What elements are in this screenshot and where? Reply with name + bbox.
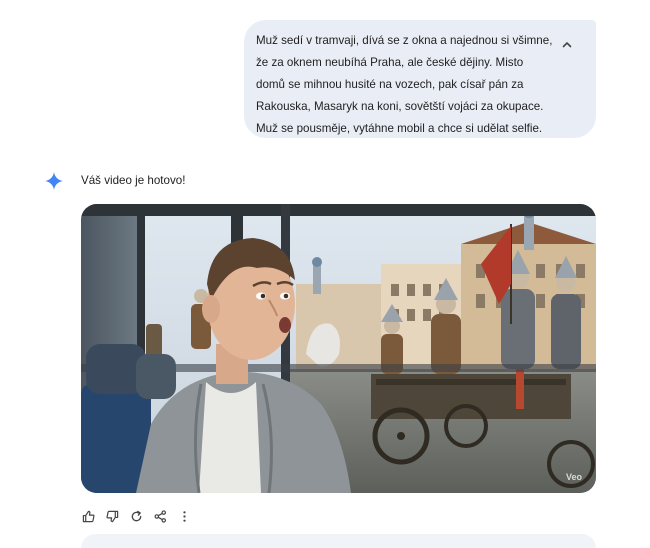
prompt-line: Muž se pousměje, vytáhne mobil a chce si…: [256, 122, 543, 135]
collapse-prompt-button[interactable]: [556, 34, 578, 56]
share-button[interactable]: [153, 509, 167, 523]
share-icon: [154, 509, 166, 523]
response-actions: [81, 508, 191, 524]
prompt-line: že za oknem neubíhá Praha, ale české děj…: [256, 56, 524, 69]
response-text: Váš video je hotovo!: [81, 174, 186, 187]
redo-button[interactable]: [129, 509, 143, 523]
thumb-down-button[interactable]: [105, 509, 119, 523]
video-frame: [81, 204, 596, 493]
prompt-line: domů se mihnou husité na vozech, pak cís…: [256, 78, 524, 91]
redo-icon: [131, 510, 141, 521]
thumb-up-button[interactable]: [81, 509, 95, 523]
user-prompt-bubble: Muž sedí v tramvaji, dívá se z okna a na…: [244, 20, 596, 138]
thumb-down-icon: [105, 510, 118, 522]
more-vert-icon: [182, 510, 186, 522]
thumb-up-icon: [82, 510, 95, 522]
prompt-line: Rakouska, Masaryk na koni, sovětští vojá…: [256, 100, 544, 113]
chevron-up-icon: [562, 42, 572, 48]
prompt-line: Muž sedí v tramvaji, dívá se z okna a na…: [256, 34, 553, 47]
next-message-card: [81, 534, 596, 548]
sparkle-icon: [45, 172, 63, 190]
video-watermark: Veo: [565, 472, 582, 482]
more-options-button[interactable]: [177, 509, 191, 523]
generated-video[interactable]: Veo: [81, 204, 596, 493]
